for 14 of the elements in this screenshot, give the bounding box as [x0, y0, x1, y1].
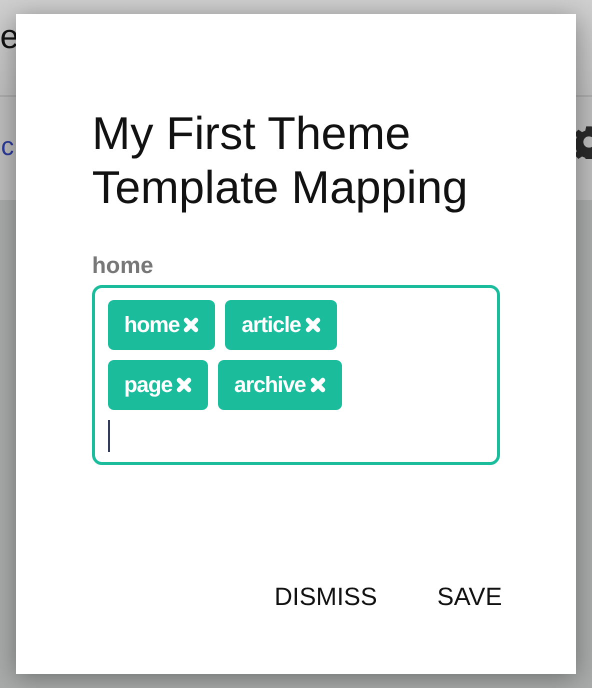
save-button[interactable]: SAVE — [431, 579, 508, 616]
dismiss-button[interactable]: DISMISS — [268, 579, 384, 616]
close-icon[interactable] — [176, 377, 192, 393]
nav-link[interactable]: c — [1, 131, 14, 162]
dialog-title: My First Theme Template Mapping — [92, 106, 469, 214]
tag-label: archive — [234, 372, 306, 398]
tag-label: home — [124, 312, 180, 338]
tag-label: page — [124, 372, 172, 398]
close-icon[interactable] — [183, 317, 200, 333]
close-icon[interactable] — [310, 377, 326, 393]
field-label: home — [92, 252, 154, 279]
text-cursor — [108, 420, 110, 452]
close-icon[interactable] — [304, 317, 321, 333]
tag-label: article — [241, 312, 301, 338]
